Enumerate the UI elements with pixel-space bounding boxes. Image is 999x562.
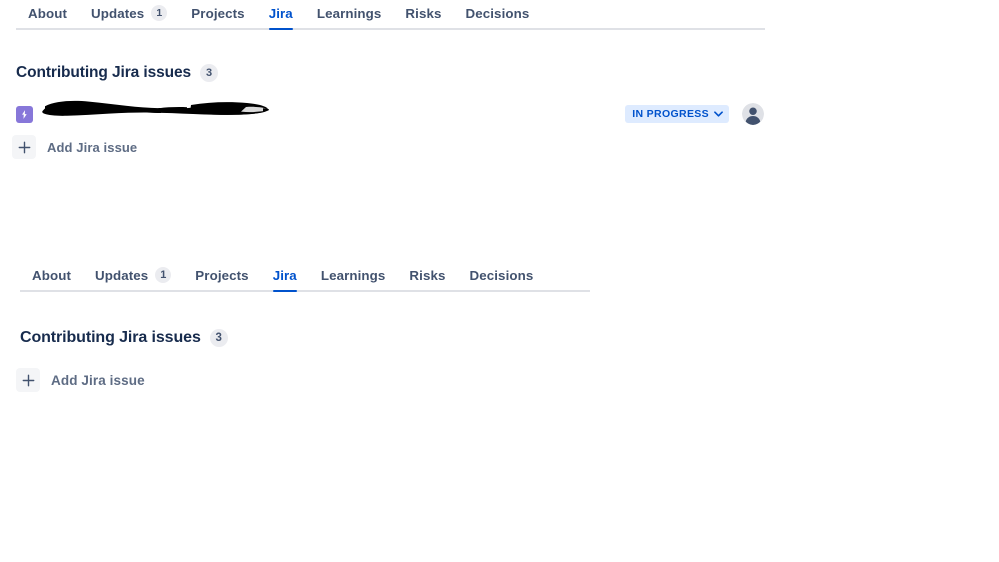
tab-learnings[interactable]: Learnings	[305, 6, 394, 30]
issue-title[interactable]	[42, 100, 613, 125]
tab-label: Projects	[195, 268, 249, 283]
tab-updates[interactable]: Updates 1	[83, 267, 183, 292]
chevron-down-icon	[714, 111, 723, 117]
tab-updates-badge: 1	[151, 5, 168, 21]
tab-label: Jira	[268, 6, 293, 21]
tab-about[interactable]: About	[16, 6, 79, 30]
tab-label: Updates	[95, 267, 149, 283]
tab-label: About	[32, 268, 71, 283]
page-title: Contributing Jira issues	[16, 64, 192, 81]
section-header: Contributing Jira issues 3	[20, 329, 630, 347]
tab-label: Learnings	[320, 268, 386, 283]
tab-updates-badge: 1	[155, 267, 172, 283]
status-badge[interactable]: IN PROGRESS	[625, 105, 729, 123]
tab-label: Learnings	[316, 6, 382, 21]
tab-label: Decisions	[465, 6, 530, 21]
add-jira-issue-button[interactable]: Add Jira issue	[12, 135, 137, 159]
tab-decisions[interactable]: Decisions	[458, 268, 546, 292]
tab-label: Decisions	[469, 268, 534, 283]
tab-label: Jira	[272, 268, 297, 283]
tab-projects[interactable]: Projects	[183, 268, 260, 292]
tab-risks[interactable]: Risks	[397, 268, 457, 292]
jira-tab-panel-bottom: About Updates 1 Projects Jira Learnings …	[0, 261, 630, 392]
tab-projects[interactable]: Projects	[179, 6, 256, 30]
page-title: Contributing Jira issues	[20, 329, 201, 346]
tab-learnings[interactable]: Learnings	[309, 268, 398, 292]
tab-decisions[interactable]: Decisions	[454, 6, 542, 30]
table-row[interactable]: IN PROGRESS	[0, 98, 780, 130]
issue-count-badge: 3	[200, 64, 219, 82]
issue-row-actions: IN PROGRESS	[625, 103, 764, 125]
issue-count-badge: 3	[209, 329, 228, 347]
tab-about[interactable]: About	[20, 268, 83, 292]
tab-label: Projects	[191, 6, 245, 21]
tab-jira[interactable]: Jira	[257, 6, 305, 30]
add-jira-issue-button[interactable]: Add Jira issue	[16, 368, 145, 392]
tab-label: About	[28, 6, 67, 21]
project-tab-bar-bottom: About Updates 1 Projects Jira Learnings …	[0, 261, 630, 292]
tab-label: Risks	[409, 268, 446, 283]
section-header: Contributing Jira issues 3	[16, 64, 796, 82]
redaction-marker	[42, 100, 269, 116]
tab-updates[interactable]: Updates 1	[79, 5, 179, 30]
tab-label: Risks	[405, 6, 442, 21]
tab-risks[interactable]: Risks	[393, 6, 453, 30]
active-tab-underline	[272, 290, 297, 292]
tab-jira[interactable]: Jira	[261, 268, 309, 292]
plus-icon	[16, 368, 40, 392]
tab-label: Updates	[91, 5, 145, 21]
add-jira-issue-label: Add Jira issue	[51, 372, 145, 388]
plus-icon	[12, 135, 36, 159]
status-label: IN PROGRESS	[632, 108, 709, 120]
add-jira-issue-label: Add Jira issue	[47, 139, 138, 155]
active-tab-underline	[268, 28, 293, 30]
project-tab-bar-top: About Updates 1 Projects Jira Learnings …	[0, 0, 796, 30]
jira-task-icon	[16, 105, 33, 123]
person-avatar-icon[interactable]	[742, 103, 764, 125]
jira-tab-panel-top: About Updates 1 Projects Jira Learnings …	[0, 0, 796, 159]
